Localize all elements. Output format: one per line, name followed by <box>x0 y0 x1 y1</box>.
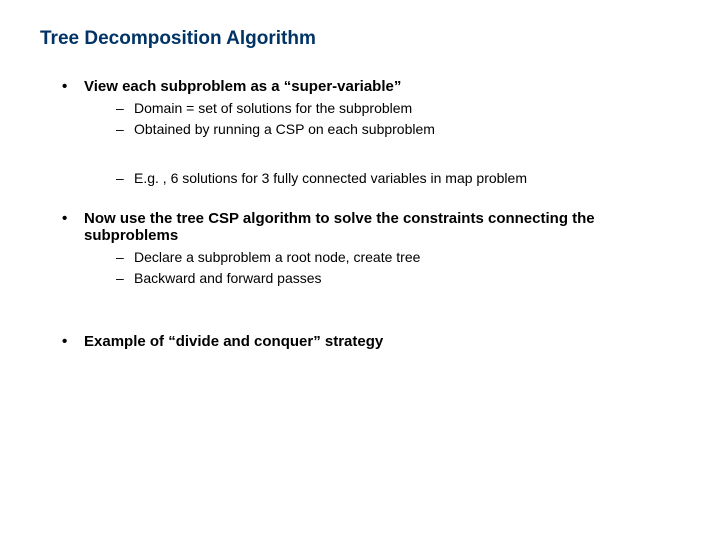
sub-bullet-list: Declare a subproblem a root node, create… <box>84 248 680 288</box>
sub-bullet-item: Declare a subproblem a root node, create… <box>116 248 680 267</box>
bullet-item: Now use the tree CSP algorithm to solve … <box>62 210 680 288</box>
bullet-item: View each subproblem as a “super-variabl… <box>62 78 680 188</box>
spacer <box>62 293 680 333</box>
bullet-list: View each subproblem as a “super-variabl… <box>40 78 680 350</box>
sub-bullet-item: E.g. , 6 solutions for 3 fully connected… <box>116 169 680 188</box>
spacer <box>84 141 680 165</box>
bullet-text: View each subproblem as a “super-variabl… <box>84 78 401 95</box>
spacer <box>62 194 680 210</box>
sub-bullet-list: E.g. , 6 solutions for 3 fully connected… <box>84 169 680 188</box>
bullet-text: Example of “divide and conquer” strategy <box>84 333 383 350</box>
sub-bullet-item: Obtained by running a CSP on each subpro… <box>116 120 680 139</box>
slide: Tree Decomposition Algorithm View each s… <box>0 0 720 540</box>
sub-bullet-item: Backward and forward passes <box>116 269 680 288</box>
slide-title: Tree Decomposition Algorithm <box>40 28 680 50</box>
bullet-item: Example of “divide and conquer” strategy <box>62 333 680 350</box>
sub-bullet-item: Domain = set of solutions for the subpro… <box>116 99 680 118</box>
bullet-text: Now use the tree CSP algorithm to solve … <box>84 210 595 244</box>
sub-bullet-list: Domain = set of solutions for the subpro… <box>84 99 680 139</box>
